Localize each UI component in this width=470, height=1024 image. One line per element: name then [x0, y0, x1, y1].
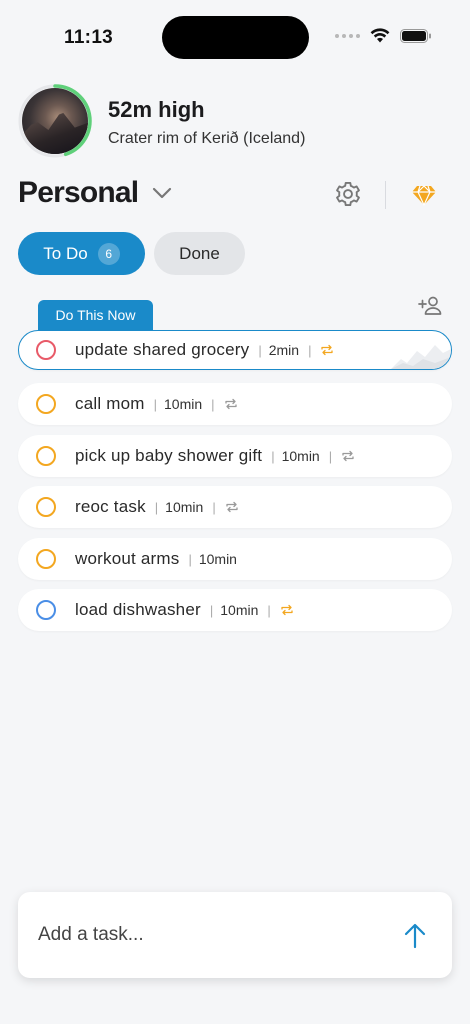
- wifi-icon: [370, 28, 390, 43]
- header-divider: [385, 181, 386, 209]
- mountain-decoration: [391, 345, 451, 369]
- premium-button[interactable]: [410, 180, 438, 208]
- add-person-icon: [418, 296, 442, 315]
- status-icons: [335, 28, 432, 43]
- tab-todo[interactable]: To Do 6: [18, 232, 145, 275]
- task-item[interactable]: workout arms | 10min: [18, 538, 452, 580]
- tab-todo-label: To Do: [43, 243, 88, 263]
- task-name: pick up baby shower gift: [75, 446, 263, 465]
- task-name: update shared grocery: [75, 340, 250, 359]
- height-progress-ring: [18, 84, 92, 158]
- tab-done-label: Done: [179, 243, 220, 263]
- task-name: workout arms: [75, 549, 180, 568]
- task-name: call mom: [75, 394, 145, 413]
- task-item[interactable]: call mom | 10min |: [18, 383, 452, 425]
- task-duration: 10min: [164, 396, 203, 412]
- task-duration: 10min: [220, 602, 259, 618]
- location-name: Crater rim of Kerið (Iceland): [108, 130, 306, 147]
- separator: |: [154, 499, 159, 515]
- task-item[interactable]: load dishwasher | 10min |: [18, 589, 452, 631]
- task-name: reoc task: [75, 497, 146, 516]
- add-task-card: [18, 892, 452, 978]
- task-name: load dishwasher: [75, 600, 201, 619]
- separator: |: [258, 342, 262, 358]
- todo-count-badge: 6: [97, 242, 120, 265]
- task-item[interactable]: pick up baby shower gift | 10min |: [18, 435, 452, 477]
- task-checkbox[interactable]: [36, 394, 56, 414]
- settings-button[interactable]: [334, 180, 362, 208]
- gear-icon: [336, 181, 360, 207]
- task-checkbox[interactable]: [36, 446, 56, 466]
- task-checkbox[interactable]: [36, 497, 56, 517]
- repeat-icon: [341, 450, 355, 462]
- separator: |: [308, 342, 312, 358]
- separator: |: [153, 396, 157, 412]
- task-duration: 10min: [165, 499, 204, 515]
- separator: |: [267, 602, 271, 618]
- separator: |: [211, 396, 215, 412]
- separator: |: [188, 551, 192, 567]
- task-item[interactable]: reoc task | 10min |: [18, 486, 452, 528]
- task-checkbox[interactable]: [36, 549, 56, 569]
- gem-icon: [412, 185, 436, 206]
- repeat-icon: [224, 398, 238, 410]
- task-checkbox[interactable]: [36, 600, 56, 620]
- separator: |: [271, 448, 275, 464]
- dynamic-island: [162, 16, 309, 59]
- task-duration: 2min: [268, 342, 300, 358]
- tab-done[interactable]: Done: [154, 232, 245, 275]
- repeat-icon: [225, 501, 239, 513]
- add-task-input[interactable]: [38, 920, 378, 950]
- location-avatar[interactable]: [18, 84, 92, 158]
- status-bar: 11:13: [0, 0, 470, 76]
- task-duration: 10min: [281, 448, 320, 464]
- status-time: 11:13: [64, 27, 114, 48]
- chevron-down-icon[interactable]: [152, 186, 172, 200]
- separator: |: [212, 499, 216, 515]
- battery-icon: [400, 28, 431, 43]
- height-label: 52m high: [108, 97, 205, 122]
- list-title[interactable]: Personal: [18, 176, 139, 210]
- separator: |: [209, 602, 214, 618]
- repeat-icon: [320, 344, 334, 356]
- task-duration: 10min: [198, 551, 237, 567]
- arrow-up-icon[interactable]: [402, 922, 428, 950]
- task-checkbox[interactable]: [36, 340, 56, 360]
- task-item[interactable]: update shared grocery | 2min |: [18, 330, 452, 370]
- share-list-button[interactable]: [418, 295, 444, 317]
- repeat-icon: [280, 604, 294, 616]
- do-this-now-tag: Do This Now: [38, 300, 153, 330]
- cellular-signal-icon: [335, 33, 360, 38]
- separator: |: [328, 448, 333, 464]
